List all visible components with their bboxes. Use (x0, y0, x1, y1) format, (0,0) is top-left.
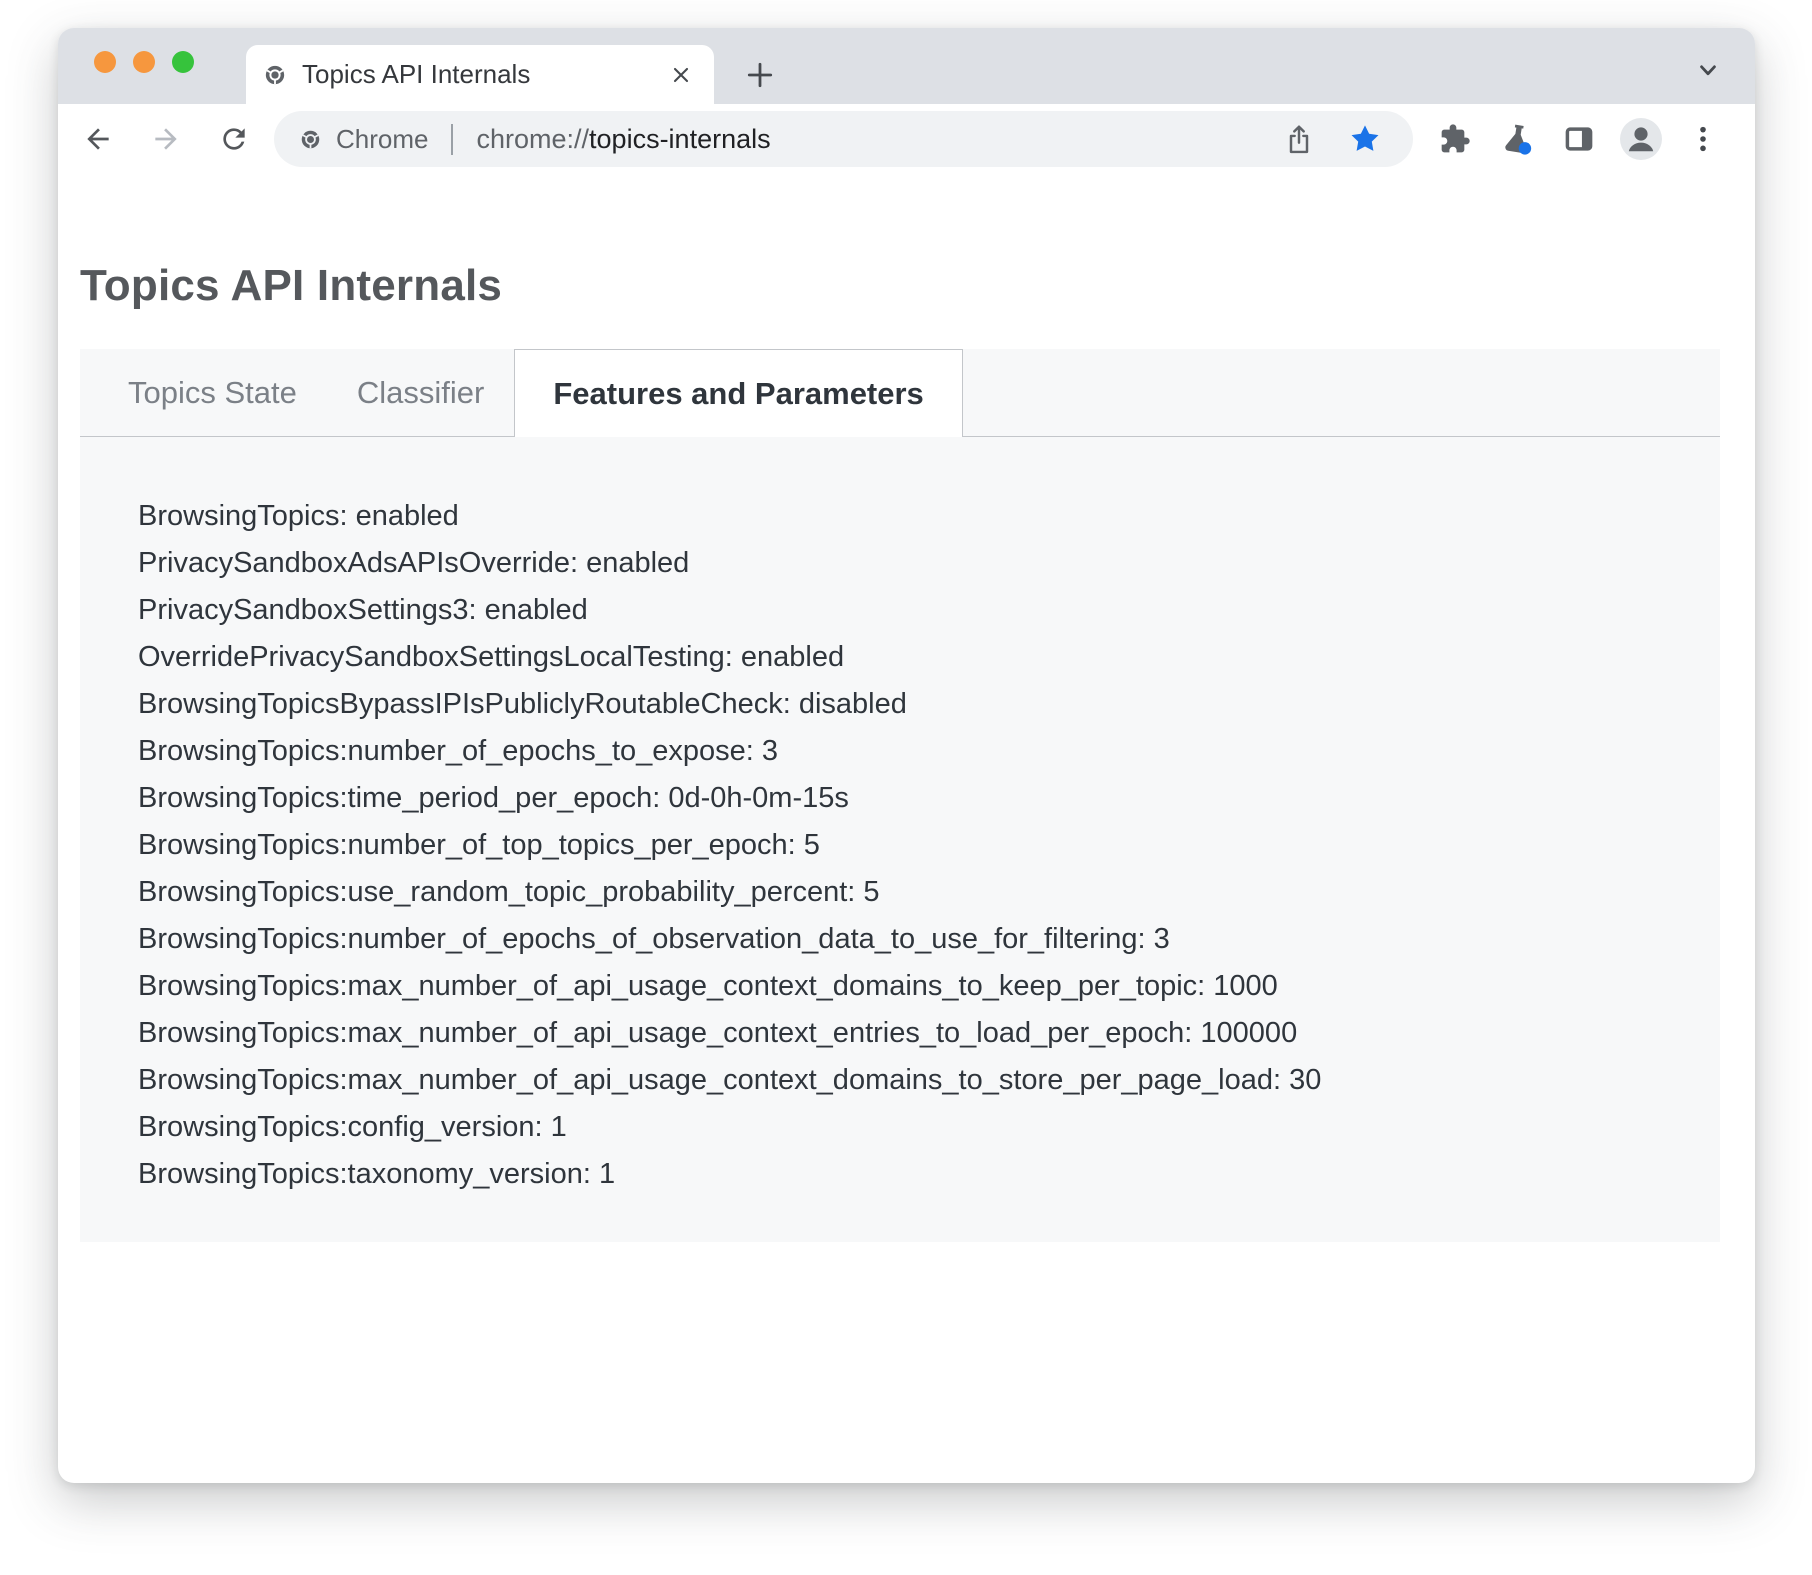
extensions-puzzle-icon (1439, 123, 1471, 155)
parameter-line: BrowsingTopics:number_of_epochs_of_obser… (138, 916, 1720, 963)
window-zoom-button[interactable] (172, 51, 194, 73)
labs-button[interactable] (1495, 117, 1539, 161)
reload-button[interactable] (212, 117, 256, 161)
back-arrow-icon (82, 123, 114, 155)
browser-window: Topics API Internals (58, 28, 1755, 1483)
share-button[interactable] (1281, 121, 1317, 157)
browser-tab[interactable]: Topics API Internals (246, 45, 714, 104)
bookmark-button[interactable] (1347, 121, 1383, 157)
url-separator (451, 124, 453, 155)
parameter-line: BrowsingTopics:number_of_epochs_to_expos… (138, 728, 1720, 775)
chrome-logo-icon (300, 129, 321, 150)
url-host: topics-internals (589, 124, 771, 154)
browser-tab-title: Topics API Internals (302, 59, 664, 90)
parameter-line: BrowsingTopics:use_random_topic_probabil… (138, 869, 1720, 916)
reload-icon (218, 123, 250, 155)
traffic-lights (94, 51, 194, 73)
parameter-line: BrowsingTopics:max_number_of_api_usage_c… (138, 1057, 1720, 1104)
labs-flask-icon (1500, 122, 1534, 156)
parameter-line: BrowsingTopics: enabled (138, 493, 1720, 540)
parameter-line: BrowsingTopics:number_of_top_topics_per_… (138, 822, 1720, 869)
more-menu-icon (1687, 123, 1719, 155)
browser-toolbar: Chrome chrome://topics-internals (58, 104, 1755, 174)
parameter-line: PrivacySandboxAdsAPIsOverride: enabled (138, 540, 1720, 587)
new-tab-button[interactable] (742, 57, 778, 93)
url-scheme: chrome:// (476, 124, 589, 154)
page-favicon-icon (264, 64, 286, 86)
page-title: Topics API Internals (80, 260, 1755, 311)
side-panel-icon (1563, 123, 1595, 155)
forward-button[interactable] (144, 117, 188, 161)
window-close-button[interactable] (94, 51, 116, 73)
tab-search-button[interactable] (1688, 50, 1728, 90)
parameter-line: OverridePrivacySandboxSettingsLocalTesti… (138, 634, 1720, 681)
toolbar-actions (1433, 117, 1725, 161)
url-text: chrome://topics-internals (476, 124, 770, 155)
tab-close-button[interactable] (664, 58, 698, 92)
share-icon (1284, 123, 1314, 155)
page-tab-row: Topics StateClassifierFeatures and Param… (80, 349, 1720, 437)
page-tab-classifier[interactable]: Classifier (327, 349, 514, 436)
page-tab-features-and-parameters[interactable]: Features and Parameters (514, 349, 962, 437)
more-menu-button[interactable] (1681, 117, 1725, 161)
forward-arrow-icon (150, 123, 182, 155)
parameter-line: BrowsingTopicsBypassIPIsPubliclyRoutable… (138, 681, 1720, 728)
extensions-button[interactable] (1433, 117, 1477, 161)
parameter-line: BrowsingTopics:max_number_of_api_usage_c… (138, 1010, 1720, 1057)
bookmark-star-icon (1349, 123, 1381, 155)
parameter-line: BrowsingTopics:max_number_of_api_usage_c… (138, 963, 1720, 1010)
address-bar[interactable]: Chrome chrome://topics-internals (274, 111, 1413, 167)
parameter-line: BrowsingTopics:config_version: 1 (138, 1104, 1720, 1151)
page-content: Topics API Internals Topics StateClassif… (58, 174, 1755, 1242)
page-tab-topics-state[interactable]: Topics State (98, 349, 327, 436)
side-panel-button[interactable] (1557, 117, 1601, 161)
profile-button[interactable] (1619, 117, 1663, 161)
url-product-label: Chrome (336, 124, 428, 155)
tab-strip: Topics API Internals (58, 28, 1755, 104)
profile-avatar-icon (1619, 117, 1663, 161)
tab-strip-chevron-icon (1693, 55, 1723, 85)
parameter-line: BrowsingTopics:time_period_per_epoch: 0d… (138, 775, 1720, 822)
back-button[interactable] (76, 117, 120, 161)
new-tab-plus-icon (745, 60, 775, 90)
window-minimize-button[interactable] (133, 51, 155, 73)
parameter-line: PrivacySandboxSettings3: enabled (138, 587, 1720, 634)
parameter-line: BrowsingTopics:taxonomy_version: 1 (138, 1151, 1720, 1198)
tab-close-icon (669, 63, 693, 87)
tab-box-panel: Topics StateClassifierFeatures and Param… (80, 349, 1720, 1242)
parameters-list: BrowsingTopics: enabledPrivacySandboxAds… (80, 437, 1720, 1198)
